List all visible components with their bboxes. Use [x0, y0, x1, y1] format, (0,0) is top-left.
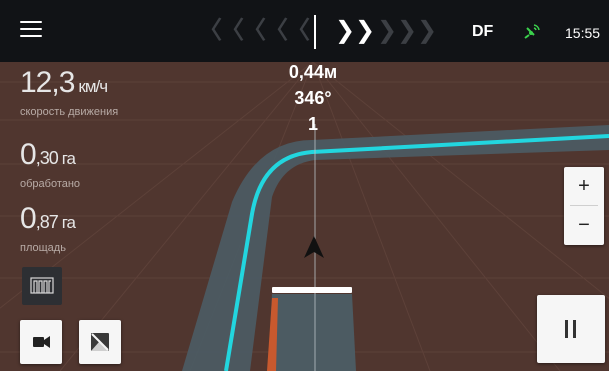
chevron-left-icon: 〈 — [198, 17, 222, 44]
total-area-value-int: 0 — [20, 202, 37, 235]
correction-mode-label[interactable]: DF — [472, 23, 493, 41]
zoom-in-button[interactable]: + — [564, 167, 604, 205]
vehicle-arrow-icon — [304, 236, 324, 258]
camera-button[interactable] — [20, 320, 62, 364]
chevron-left-icon: 〈 — [264, 17, 288, 44]
speed-unit: км/ч — [78, 77, 108, 96]
implement-bar — [272, 287, 352, 293]
chevron-left-icon: 〈 — [286, 17, 310, 44]
processed-area-unit: га — [61, 149, 76, 168]
chevron-left-icon: 〈 — [242, 17, 266, 44]
top-bar: 〈 〈 〈 〈 〈 ❯ ❯ ❯ ❯ ❯ DF 15:55 — [0, 0, 609, 62]
speed-value: 12,3 — [20, 66, 75, 99]
guidance-center-line — [314, 15, 316, 49]
total-area-metric: 0,87 га площадь — [20, 202, 76, 255]
implement-swath — [268, 294, 356, 371]
chevron-right-icon: ❯ — [397, 17, 418, 44]
zoom-control: + − — [564, 167, 604, 245]
chevron-right-icon: ❯ — [417, 17, 438, 44]
pause-icon-bar — [573, 320, 576, 338]
clock: 15:55 — [565, 25, 601, 41]
chevron-right-active-icon: ❯ — [335, 17, 356, 44]
pause-icon — [565, 320, 568, 338]
menu-icon[interactable] — [20, 21, 42, 39]
processed-area-value-frac: ,30 — [35, 148, 59, 168]
heading-value: 346° — [294, 88, 332, 108]
sections-icon — [30, 277, 54, 294]
cross-track-offset: 0,44м — [288, 62, 338, 82]
video-camera-icon — [33, 336, 50, 348]
pause-button[interactable] — [537, 295, 605, 363]
speed-caption: скорость движения — [20, 106, 119, 118]
processed-area-metric: 0,30 га обработано — [20, 138, 81, 191]
processed-area-value-int: 0 — [20, 138, 37, 171]
zoom-out-button[interactable]: − — [564, 206, 604, 244]
chevron-right-active-icon: ❯ — [355, 17, 376, 44]
map-photo-icon — [91, 333, 109, 351]
total-area-value-frac: ,87 — [35, 212, 59, 232]
chevron-left-icon: 〈 — [220, 17, 244, 44]
lightbar-guidance: 〈 〈 〈 〈 〈 ❯ ❯ ❯ ❯ ❯ — [190, 10, 437, 52]
speed-metric: 12,3 км/ч скорость движения — [20, 66, 119, 119]
total-area-unit: га — [61, 213, 76, 232]
map-toggle-button[interactable] — [79, 320, 121, 364]
satellite-signal-icon[interactable] — [522, 22, 542, 42]
total-area-caption: площадь — [20, 242, 66, 254]
processed-area-caption: обработано — [20, 178, 81, 190]
line-number: 1 — [307, 114, 318, 134]
sections-button[interactable] — [22, 267, 62, 305]
chevron-right-icon: ❯ — [377, 17, 398, 44]
